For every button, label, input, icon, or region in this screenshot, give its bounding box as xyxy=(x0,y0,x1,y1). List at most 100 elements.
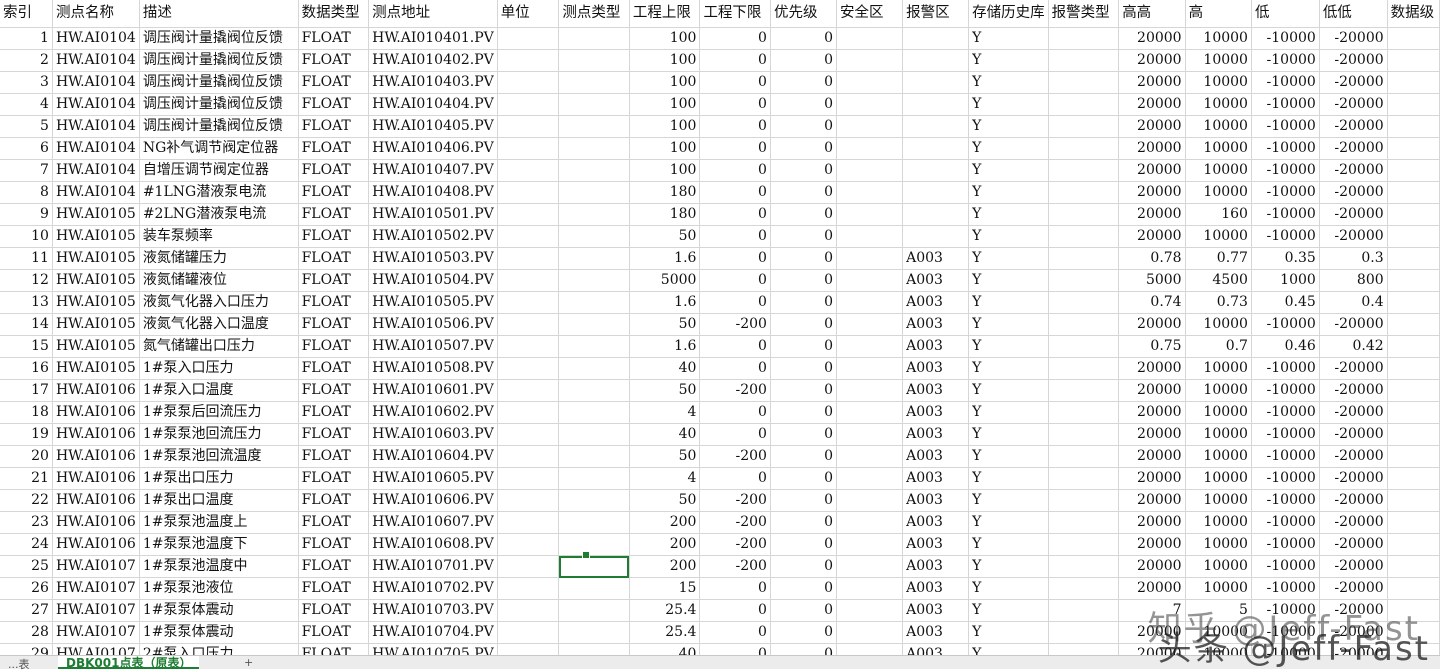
table-cell[interactable]: 0 xyxy=(699,357,771,380)
table-cell[interactable] xyxy=(1387,467,1440,490)
table-cell[interactable]: 10000 xyxy=(1185,445,1252,468)
table-cell[interactable] xyxy=(836,27,904,50)
table-cell[interactable]: -10000 xyxy=(1251,445,1320,468)
table-cell[interactable] xyxy=(902,49,970,72)
table-cell[interactable]: -10000 xyxy=(1251,423,1320,446)
column-header[interactable]: 索引 xyxy=(0,0,53,28)
table-cell[interactable] xyxy=(497,49,560,72)
table-cell[interactable]: -10000 xyxy=(1251,467,1320,490)
table-cell[interactable] xyxy=(1048,401,1120,424)
column-header[interactable]: 数据类型 xyxy=(298,0,370,28)
table-cell[interactable] xyxy=(497,401,560,424)
table-cell[interactable]: -200 xyxy=(699,445,771,468)
table-cell[interactable]: -10000 xyxy=(1251,555,1320,578)
table-cell[interactable]: 17 xyxy=(0,379,53,402)
table-cell[interactable]: HW.AI0105 xyxy=(52,269,140,292)
table-cell[interactable]: 0 xyxy=(770,401,838,424)
table-cell[interactable]: FLOAT xyxy=(298,181,370,204)
table-cell[interactable]: HW.AI010508.PV xyxy=(368,357,498,380)
table-cell[interactable]: 0 xyxy=(770,225,838,248)
table-cell[interactable]: HW.AI010505.PV xyxy=(368,291,498,314)
table-cell[interactable]: 0 xyxy=(770,467,838,490)
table-cell[interactable]: 0.4 xyxy=(1319,291,1388,314)
table-cell[interactable]: HW.AI010608.PV xyxy=(368,533,498,556)
table-cell[interactable]: 16 xyxy=(0,357,53,380)
table-cell[interactable]: 8 xyxy=(0,181,53,204)
table-cell[interactable]: Y xyxy=(968,27,1049,50)
table-cell[interactable]: Y xyxy=(968,577,1049,600)
table-cell[interactable] xyxy=(1387,27,1440,50)
table-cell[interactable] xyxy=(836,599,904,622)
table-cell[interactable]: HW.AI0107 xyxy=(52,577,140,600)
table-cell[interactable]: -20000 xyxy=(1319,533,1388,556)
table-cell[interactable]: 0 xyxy=(699,423,771,446)
table-cell[interactable] xyxy=(1048,621,1120,644)
table-cell[interactable]: HW.AI0104 xyxy=(52,71,140,94)
table-cell[interactable]: 2#泵入口压力 xyxy=(139,643,299,655)
selected-cell[interactable] xyxy=(558,555,630,578)
table-cell[interactable]: 0 xyxy=(699,577,771,600)
table-cell[interactable] xyxy=(497,203,560,226)
table-cell[interactable]: FLOAT xyxy=(298,621,370,644)
table-cell[interactable]: HW.AI0107 xyxy=(52,599,140,622)
table-cell[interactable]: HW.AI0104 xyxy=(52,137,140,160)
table-cell[interactable]: HW.AI010601.PV xyxy=(368,379,498,402)
table-cell[interactable]: FLOAT xyxy=(298,291,370,314)
table-cell[interactable]: -200 xyxy=(699,533,771,556)
table-cell[interactable]: 1#泵泵池温度中 xyxy=(139,555,299,578)
table-cell[interactable]: Y xyxy=(968,423,1049,446)
table-cell[interactable]: FLOAT xyxy=(298,533,370,556)
table-cell[interactable]: -200 xyxy=(699,379,771,402)
table-cell[interactable] xyxy=(1048,115,1120,138)
table-cell[interactable] xyxy=(1048,159,1120,182)
table-cell[interactable]: HW.AI0104 xyxy=(52,93,140,116)
table-cell[interactable] xyxy=(1048,247,1120,270)
table-cell[interactable]: 100 xyxy=(629,49,701,72)
table-cell[interactable]: A003 xyxy=(902,291,970,314)
table-cell[interactable] xyxy=(1387,335,1440,358)
table-cell[interactable] xyxy=(836,401,904,424)
table-cell[interactable]: 0 xyxy=(699,137,771,160)
table-cell[interactable]: A003 xyxy=(902,335,970,358)
table-cell[interactable]: 0.78 xyxy=(1118,247,1186,270)
table-cell[interactable]: HW.AI0105 xyxy=(52,357,140,380)
table-cell[interactable]: 20000 xyxy=(1118,93,1186,116)
table-cell[interactable]: HW.AI0106 xyxy=(52,511,140,534)
table-cell[interactable]: 0 xyxy=(770,27,838,50)
table-cell[interactable] xyxy=(1048,291,1120,314)
sheet-tab-active[interactable]: DBK001点表（原表） xyxy=(58,656,200,670)
table-cell[interactable] xyxy=(836,291,904,314)
table-cell[interactable] xyxy=(836,467,904,490)
table-cell[interactable]: A003 xyxy=(902,599,970,622)
table-cell[interactable]: HW.AI0105 xyxy=(52,335,140,358)
table-cell[interactable] xyxy=(836,621,904,644)
table-cell[interactable]: -20000 xyxy=(1319,379,1388,402)
table-cell[interactable]: 0 xyxy=(699,49,771,72)
table-cell[interactable] xyxy=(558,71,630,94)
table-cell[interactable] xyxy=(1387,577,1440,600)
table-cell[interactable]: -10000 xyxy=(1251,489,1320,512)
table-cell[interactable] xyxy=(558,423,630,446)
table-cell[interactable]: -20000 xyxy=(1319,423,1388,446)
table-cell[interactable] xyxy=(1048,555,1120,578)
table-cell[interactable]: A003 xyxy=(902,423,970,446)
table-cell[interactable]: NG补气调节阀定位器 xyxy=(139,137,299,160)
table-cell[interactable]: -20000 xyxy=(1319,203,1388,226)
table-cell[interactable]: 22 xyxy=(0,489,53,512)
table-cell[interactable] xyxy=(558,269,630,292)
table-cell[interactable]: 0.45 xyxy=(1251,291,1320,314)
table-cell[interactable]: -200 xyxy=(699,555,771,578)
table-cell[interactable] xyxy=(558,137,630,160)
table-cell[interactable]: HW.AI010702.PV xyxy=(368,577,498,600)
table-cell[interactable]: 18 xyxy=(0,401,53,424)
table-cell[interactable]: FLOAT xyxy=(298,71,370,94)
table-cell[interactable]: FLOAT xyxy=(298,379,370,402)
table-cell[interactable]: -20000 xyxy=(1319,313,1388,336)
table-cell[interactable] xyxy=(836,225,904,248)
table-cell[interactable]: -20000 xyxy=(1319,49,1388,72)
table-cell[interactable]: 180 xyxy=(629,181,701,204)
table-cell[interactable]: -20000 xyxy=(1319,577,1388,600)
table-cell[interactable]: A003 xyxy=(902,511,970,534)
table-cell[interactable]: -20000 xyxy=(1319,115,1388,138)
table-cell[interactable]: Y xyxy=(968,599,1049,622)
